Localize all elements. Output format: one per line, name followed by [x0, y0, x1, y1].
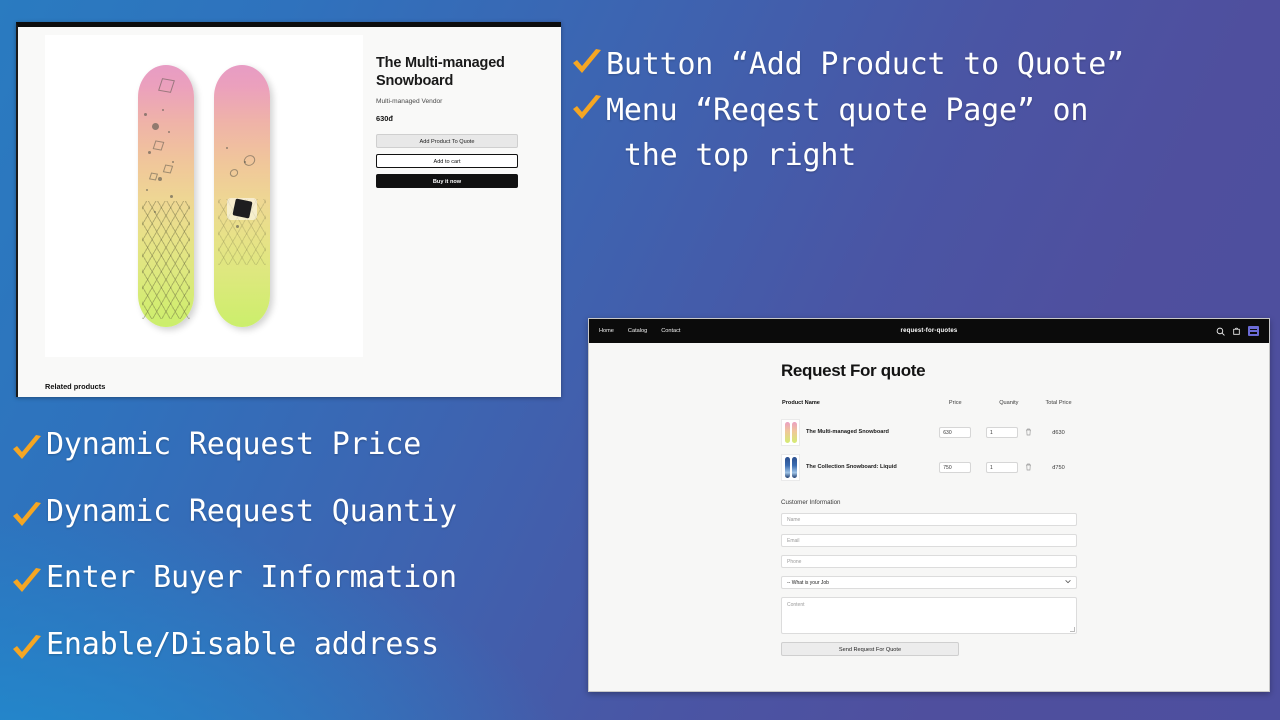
- app-embed-icon[interactable]: [1248, 326, 1259, 336]
- product-price: 630đ: [376, 114, 393, 124]
- content-placeholder: Content: [787, 602, 805, 608]
- product-thumbnail: [781, 454, 800, 481]
- job-select[interactable]: -- What is your Job: [781, 576, 1077, 589]
- related-products-heading: Related products: [45, 382, 106, 391]
- callout-text: Dynamic Request Quantiy: [46, 493, 457, 529]
- content-textarea[interactable]: Content: [781, 597, 1077, 634]
- nav-item-contact[interactable]: Contact: [661, 328, 680, 334]
- add-product-to-quote-button[interactable]: Add Product To Quote: [376, 134, 518, 149]
- row-total-price: đ750: [1052, 464, 1065, 471]
- callout-text: Enable/Disable address: [46, 626, 439, 662]
- product-gallery: [18, 27, 368, 397]
- email-field[interactable]: Email: [781, 534, 1077, 547]
- price-input[interactable]: 630: [939, 427, 972, 438]
- promo-banner: The Multi-managed Snowboard Multi-manage…: [0, 0, 1280, 720]
- check-icon: [570, 92, 604, 126]
- product-page-screenshot: The Multi-managed Snowboard Multi-manage…: [16, 22, 561, 397]
- snowboard-back-image: [214, 65, 270, 327]
- table-header-row: Product Name Price Quanity Total Price: [781, 399, 1077, 415]
- phone-field[interactable]: Phone: [781, 555, 1077, 568]
- callout-item: Dynamic Request Price: [10, 412, 590, 479]
- product-title: The Multi-managed Snowboard: [376, 55, 505, 89]
- send-request-for-quote-button[interactable]: Send Request For Quote: [781, 642, 959, 656]
- buy-it-now-button[interactable]: Buy it now: [376, 174, 518, 189]
- name-field[interactable]: Name: [781, 513, 1077, 526]
- chevron-down-icon: [1065, 576, 1071, 589]
- delete-row-icon[interactable]: [1025, 428, 1032, 438]
- row-product-name: The Collection Snowboard: Liquid: [806, 463, 897, 470]
- quantity-input[interactable]: 1: [986, 462, 1019, 473]
- callout-item: Button “Add Product to Quote”: [570, 42, 1276, 88]
- nav-item-home[interactable]: Home: [599, 328, 614, 334]
- price-input[interactable]: 750: [939, 462, 972, 473]
- check-icon: [570, 46, 604, 80]
- quantity-input[interactable]: 1: [986, 427, 1019, 438]
- column-total-price: Total Price: [1045, 400, 1072, 406]
- callout-text: Enter Buyer Information: [46, 560, 457, 596]
- callout-text: Button “Add Product to Quote”: [606, 47, 1124, 82]
- callout-text: Dynamic Request Price: [46, 427, 422, 462]
- table-row: The Multi-managed Snowboard 630 1 đ630: [781, 415, 1077, 450]
- site-header: Home Catalog Contact request-for-quotes: [589, 319, 1269, 343]
- product-info: The Multi-managed Snowboard Multi-manage…: [368, 27, 561, 397]
- check-icon: [10, 557, 44, 593]
- row-total-price: đ630: [1052, 429, 1065, 436]
- callout-item: Menu “Reqest quote Page” on the top righ…: [570, 88, 1276, 179]
- search-icon[interactable]: [1216, 327, 1225, 336]
- quote-table: Product Name Price Quanity Total Price T…: [781, 399, 1077, 485]
- callout-list-left: Dynamic Request Price Dynamic Request Qu…: [10, 412, 590, 678]
- job-select-value: -- What is your Job: [787, 580, 829, 586]
- callout-list-right: Button “Add Product to Quote” Menu “Reqe…: [570, 42, 1276, 179]
- snowboard-front-image: [138, 65, 194, 327]
- callout-item: Enable/Disable address: [10, 612, 590, 679]
- product-thumbnail: [781, 419, 800, 446]
- callout-text: Menu “Reqest quote Page” on the top righ…: [606, 92, 1089, 174]
- product-image[interactable]: [45, 35, 363, 357]
- check-icon: [10, 424, 44, 459]
- cart-icon[interactable]: [1232, 327, 1241, 336]
- check-icon: [10, 624, 44, 659]
- site-brand: request-for-quotes: [900, 328, 958, 334]
- resize-handle-icon[interactable]: [1069, 626, 1075, 632]
- column-price: Price: [948, 400, 962, 406]
- delete-row-icon[interactable]: [1025, 463, 1032, 473]
- column-product-name: Product Name: [782, 400, 820, 406]
- product-vendor: Multi-managed Vendor: [376, 98, 443, 106]
- add-to-cart-button[interactable]: Add to cart: [376, 154, 518, 169]
- page-title: Request For quote: [781, 361, 926, 380]
- customer-information-heading: Customer Information: [781, 499, 841, 506]
- table-row: The Collection Snowboard: Liquid 750 1 đ…: [781, 450, 1077, 485]
- callout-item: Enter Buyer Information: [10, 545, 590, 612]
- request-for-quote-screenshot: Home Catalog Contact request-for-quotes: [588, 318, 1270, 692]
- check-icon: [10, 491, 44, 526]
- nav-item-catalog[interactable]: Catalog: [628, 328, 647, 334]
- column-quantity: Quanity: [999, 400, 1019, 406]
- row-product-name: The Multi-managed Snowboard: [806, 428, 889, 435]
- callout-item: Dynamic Request Quantiy: [10, 479, 590, 546]
